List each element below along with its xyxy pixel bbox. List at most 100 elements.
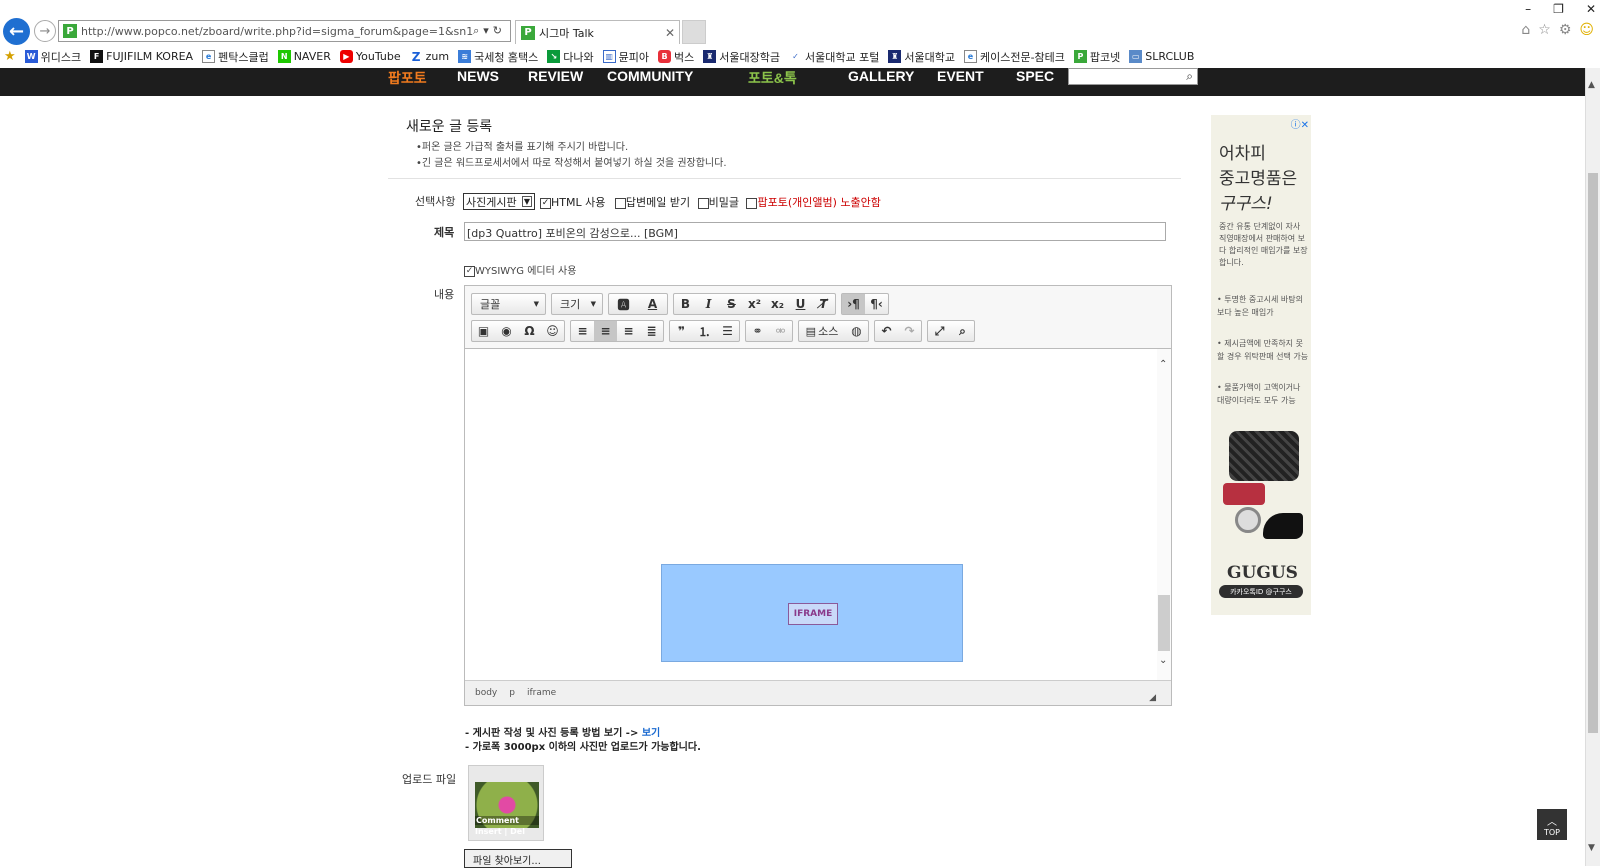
dropdown-icon[interactable]: ▾ [483, 24, 493, 37]
fav-item[interactable]: F FUJIFILM KOREA [90, 50, 193, 63]
chevron-down-icon[interactable]: ⌄ [1159, 655, 1167, 666]
blockquote-icon[interactable]: ❞ [670, 321, 693, 341]
fav-item[interactable]: ↘ 다나와 [547, 49, 594, 65]
back-button[interactable]: ← [3, 18, 30, 45]
superscript-icon[interactable]: x² [743, 294, 766, 314]
align-center-icon[interactable]: ≡ [594, 321, 617, 341]
address-bar[interactable]: P http://www.popco.net/zboard/write.php?… [58, 20, 511, 42]
font-combo[interactable]: 글꼴 ▼ [471, 293, 546, 315]
html-checkbox[interactable]: ✓ [540, 197, 551, 209]
ad-banner[interactable]: ⓘ✕ 어차피 중고명품은 구구스! 중간 유통 단계없이 자사 직영매장에서 판… [1211, 115, 1311, 615]
editor-content-area[interactable]: IFRAME ⌃ ⌄ [465, 348, 1171, 681]
browser-tab[interactable]: P 시그마 Talk ✕ [515, 20, 680, 44]
align-right-icon[interactable]: ≡ [617, 321, 640, 341]
search-icon[interactable]: ⌕ [1186, 69, 1193, 84]
emoticon-icon[interactable]: ☺ [541, 321, 564, 341]
nav-news[interactable]: NEWS [457, 68, 499, 84]
fav-item[interactable]: e 케이스전문-참테크 [963, 49, 1065, 65]
fav-item[interactable]: P 팝코넷 [1073, 49, 1120, 65]
italic-icon[interactable]: I [697, 294, 720, 314]
bullet-list-icon[interactable]: ☰ [716, 321, 739, 341]
editor-scroll-thumb[interactable] [1158, 595, 1170, 651]
refresh-icon[interactable]: ↻ [493, 24, 506, 37]
fav-item[interactable]: W 위디스크 [24, 49, 81, 65]
nav-gallery[interactable]: GALLERY [848, 68, 914, 84]
background-color-icon[interactable]: 🅰 [609, 294, 638, 314]
fav-item[interactable]: ♜ 서울대학교 [888, 49, 955, 65]
ltr-icon[interactable]: ›¶ [842, 294, 865, 314]
fav-item[interactable]: B 벅스 [658, 49, 694, 65]
favorites-star-icon[interactable]: ★ [4, 49, 16, 64]
thumb-comment[interactable]: Comment [475, 816, 539, 825]
home-icon[interactable]: ⌂ [1521, 22, 1530, 38]
thumb-del[interactable]: Del [510, 827, 525, 836]
fav-item[interactable]: ▶ YouTube [339, 50, 401, 63]
fav-item[interactable]: N NAVER [277, 50, 331, 63]
numbered-list-icon[interactable]: ⒈ [693, 321, 716, 341]
ad-info-close-icon[interactable]: ⓘ✕ [1291, 116, 1309, 131]
path-item[interactable]: body [475, 688, 497, 698]
chevron-up-icon[interactable]: ⌃ [1159, 359, 1167, 370]
nav-event[interactable]: EVENT [937, 68, 984, 84]
preview-icon[interactable]: ⌕ [951, 321, 974, 341]
fav-item[interactable]: ≋ 국세청 홈택스 [458, 49, 538, 65]
align-left-icon[interactable]: ≡ [571, 321, 594, 341]
fav-item[interactable]: e 펜탁스클럽 [202, 49, 269, 65]
forward-button[interactable]: → [34, 20, 56, 42]
path-item[interactable]: iframe [527, 688, 556, 698]
rtl-icon[interactable]: ¶‹ [865, 294, 888, 314]
redo-icon[interactable]: ↷ [898, 321, 921, 341]
thumb-insert[interactable]: Insert [475, 827, 502, 836]
editor-scrollbar[interactable]: ⌃ ⌄ [1157, 349, 1171, 681]
align-justify-icon[interactable]: ≣ [640, 321, 663, 341]
nav-community[interactable]: COMMUNITY [607, 68, 693, 84]
underline-icon[interactable]: U [789, 294, 812, 314]
nav-popphoto[interactable]: 팝포토 [388, 68, 427, 86]
restore-icon[interactable]: ❐ [1553, 2, 1564, 16]
secret-checkbox[interactable] [697, 197, 709, 209]
fav-item[interactable]: ✓ 서울대학교 포털 [789, 49, 879, 65]
fav-item[interactable]: Zzum [409, 50, 449, 64]
remove-format-icon[interactable]: T̸ [812, 294, 835, 314]
size-combo[interactable]: 크기 ▼ [551, 293, 603, 315]
fav-item[interactable]: ♜ 서울대장학금 [703, 49, 780, 65]
strikethrough-icon[interactable]: S [720, 294, 743, 314]
scroll-up-icon[interactable]: ▲ [1588, 80, 1595, 90]
nav-spec[interactable]: SPEC [1016, 68, 1054, 84]
new-tab-button[interactable] [682, 20, 706, 44]
resize-handle-icon[interactable]: ◢ [1149, 693, 1156, 703]
gear-icon[interactable]: ⚙ [1559, 22, 1572, 38]
browse-file-button[interactable]: 파일 찾아보기... [464, 849, 572, 868]
popphoto-checkbox[interactable] [746, 197, 758, 209]
subscript-icon[interactable]: x₂ [766, 294, 789, 314]
link-icon[interactable]: ⚭ [746, 321, 769, 341]
search-icon[interactable]: ⌕ [473, 24, 483, 37]
path-item[interactable]: p [509, 688, 515, 698]
board-select[interactable]: 사진게시판 ▼ [463, 193, 535, 210]
scroll-down-icon[interactable]: ▼ [1588, 843, 1595, 853]
email-checkbox[interactable] [614, 197, 626, 209]
scrollbar-thumb[interactable] [1588, 173, 1598, 733]
maximize-icon[interactable]: ⤢ [928, 321, 951, 341]
smiley-icon[interactable]: ☺ [1579, 22, 1594, 38]
iframe-placeholder[interactable]: IFRAME [661, 564, 963, 662]
undo-icon[interactable]: ↶ [875, 321, 898, 341]
flash-icon[interactable]: ◉ [495, 321, 518, 341]
text-color-icon[interactable]: A [638, 294, 667, 314]
fav-item[interactable]: ▥ 뮨피아 [602, 49, 649, 65]
bold-icon[interactable]: B [674, 294, 697, 314]
unlink-icon[interactable]: ⚮ [769, 321, 792, 341]
address-url[interactable]: http://www.popco.net/zboard/write.php?id… [81, 25, 473, 38]
special-char-icon[interactable]: Ω [518, 321, 541, 341]
tab-close-icon[interactable]: ✕ [665, 26, 679, 40]
back-to-top-button[interactable]: ︿ TOP [1537, 809, 1567, 840]
nav-photo-talk[interactable]: 포토&톡 [748, 68, 797, 86]
wysiwyg-checkbox[interactable]: ✓ [464, 265, 475, 277]
close-window-icon[interactable]: ✕ [1586, 2, 1596, 16]
globe-icon[interactable]: ◍ [845, 321, 868, 341]
fav-item[interactable]: ▭ SLRCLUB [1129, 50, 1194, 63]
image-icon[interactable]: ▣ [472, 321, 495, 341]
subject-input[interactable]: [dp3 Quattro] 포비온의 감성으로... [BGM] [464, 222, 1166, 241]
minimize-icon[interactable]: – [1525, 2, 1531, 16]
site-search-input[interactable]: ⌕ [1068, 68, 1198, 85]
